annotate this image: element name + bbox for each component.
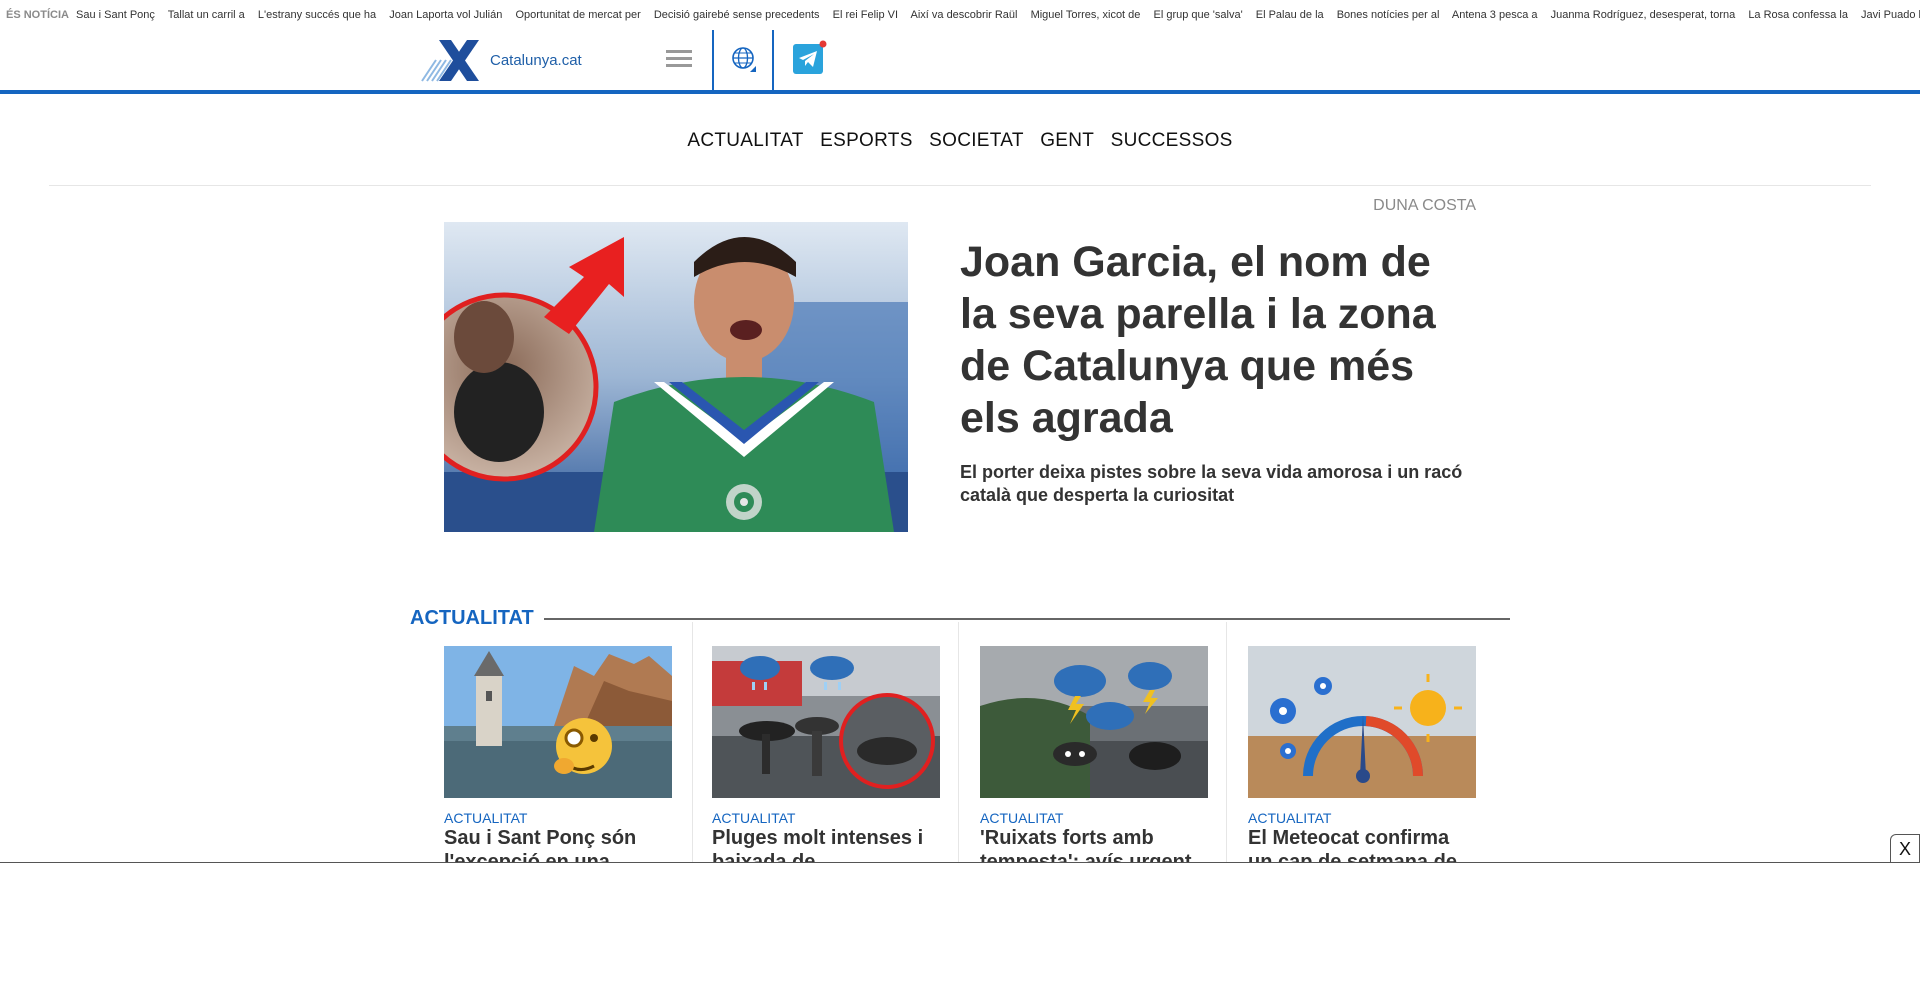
ticker-item[interactable]: El grup que 'salva' xyxy=(1153,9,1242,21)
close-ad-button[interactable]: X xyxy=(1890,834,1920,862)
ticker-item[interactable]: La Rosa confessa la xyxy=(1748,9,1848,21)
article-card-category[interactable]: ACTUALITAT xyxy=(1248,810,1332,826)
logo-x-mark xyxy=(421,40,479,82)
article-card-image[interactable] xyxy=(444,646,672,798)
ticker-item[interactable]: El rei Felip VI xyxy=(833,9,898,21)
ticker-item[interactable]: Joan Laporta vol Julián xyxy=(389,9,502,21)
ticker-item[interactable]: Decisió gairebé sense precedents xyxy=(654,9,820,21)
nav-item-gent[interactable]: GENT xyxy=(1040,94,1094,188)
article-card-image[interactable] xyxy=(1248,646,1476,798)
card-divider xyxy=(1226,622,1227,862)
main-nav: ACTUALITAT ESPORTS SOCIETAT GENT SUCCESS… xyxy=(0,94,1920,186)
featured-article-title[interactable]: Joan Garcia, el nom de la seva parella i… xyxy=(960,236,1460,444)
article-card[interactable]: ACTUALITAT Pluges molt intenses i baixad… xyxy=(712,632,940,873)
site-header: Catalunya.cat xyxy=(0,30,1920,94)
article-card[interactable]: ACTUALITAT Sau i Sant Ponç són l'excepci… xyxy=(444,632,672,873)
breaking-news-ticker: ÉS NOTÍCIA Sau i Sant Ponç Tallat un car… xyxy=(0,0,1920,30)
site-logo[interactable]: Catalunya.cat xyxy=(421,38,591,82)
globe-icon[interactable] xyxy=(729,44,759,74)
article-card-image[interactable] xyxy=(980,646,1208,798)
ticker-item[interactable]: Tallat un carril a xyxy=(168,9,245,21)
header-divider xyxy=(772,30,774,90)
ticker-item[interactable]: Javi Puado ho reconeix xyxy=(1861,9,1920,21)
nav-item-societat[interactable]: SOCIETAT xyxy=(929,94,1024,188)
featured-article-subtitle: El porter deixa pistes sobre la seva vid… xyxy=(960,462,1463,505)
card-divider xyxy=(692,622,693,862)
nav-divider xyxy=(49,185,1871,186)
ticker-label: ÉS NOTÍCIA xyxy=(6,9,69,21)
telegram-icon[interactable] xyxy=(793,40,827,74)
ticker-item[interactable]: Juanma Rodríguez, desesperat, torna xyxy=(1551,9,1736,21)
section-title[interactable]: ACTUALITAT xyxy=(410,607,534,630)
nav-item-successos[interactable]: SUCCESSOS xyxy=(1111,94,1233,188)
ticker-item[interactable]: Sau i Sant Ponç xyxy=(76,9,155,21)
ticker-item[interactable]: El Palau de la xyxy=(1256,9,1324,21)
bottom-ad-overlay xyxy=(0,862,1920,994)
article-card-category[interactable]: ACTUALITAT xyxy=(712,810,796,826)
section-divider xyxy=(544,618,1510,620)
article-card[interactable]: ACTUALITAT 'Ruixats forts amb tempesta':… xyxy=(980,632,1208,873)
menu-icon[interactable] xyxy=(664,44,694,74)
nav-item-actualitat[interactable]: ACTUALITAT xyxy=(687,94,803,188)
header-divider xyxy=(712,30,714,90)
featured-article-image[interactable] xyxy=(444,222,908,532)
ticker-item[interactable]: Oportunitat de mercat per xyxy=(515,9,640,21)
article-card-category[interactable]: ACTUALITAT xyxy=(980,810,1064,826)
article-card[interactable]: ACTUALITAT El Meteocat confirma un cap d… xyxy=(1248,632,1476,873)
article-card-image[interactable] xyxy=(712,646,940,798)
article-card-category[interactable]: ACTUALITAT xyxy=(444,810,528,826)
ticker-item[interactable]: L'estrany succés que ha xyxy=(258,9,376,21)
article-author[interactable]: DUNA COSTA xyxy=(1373,197,1476,215)
nav-item-esports[interactable]: ESPORTS xyxy=(820,94,913,188)
ticker-item[interactable]: Miguel Torres, xicot de xyxy=(1031,9,1141,21)
card-divider xyxy=(958,622,959,862)
ticker-item[interactable]: Bones notícies per al xyxy=(1337,9,1440,21)
logo-text: Catalunya.cat xyxy=(490,52,582,69)
ticker-item[interactable]: Antena 3 pesca a xyxy=(1452,9,1538,21)
ticker-item[interactable]: Així va descobrir Raül xyxy=(911,9,1018,21)
